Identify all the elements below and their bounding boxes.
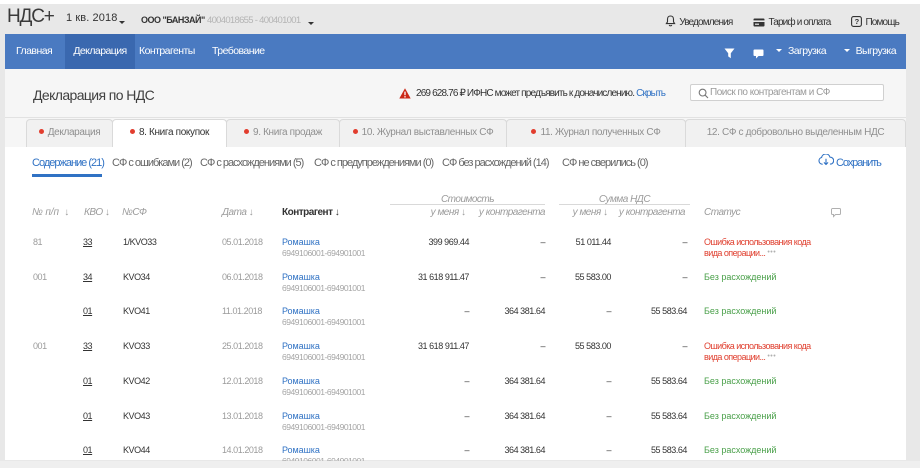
svg-text:?: ? <box>855 17 860 26</box>
